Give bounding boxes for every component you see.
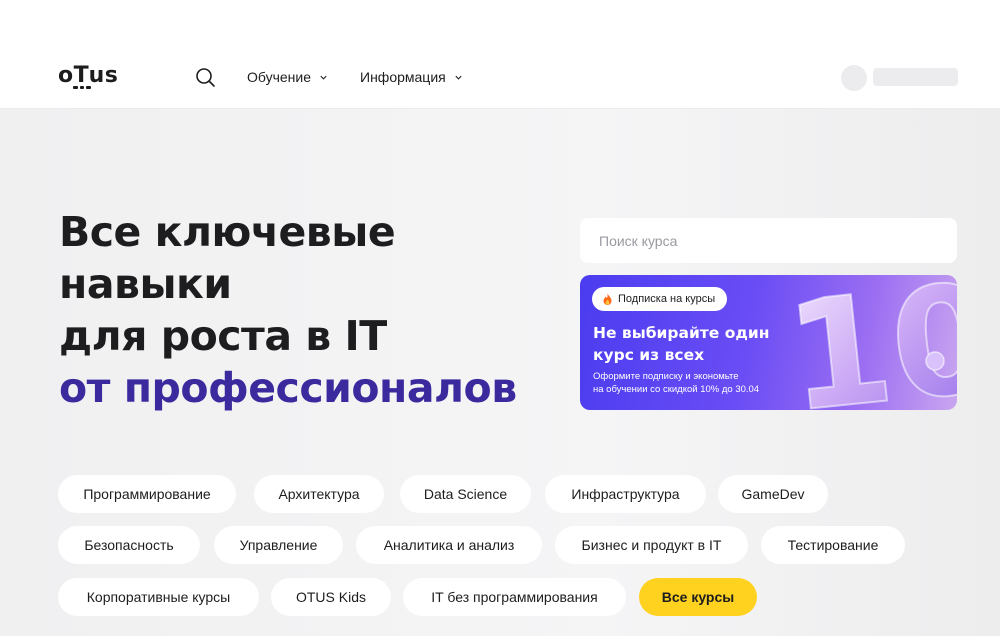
category-tag[interactable]: OTUS Kids <box>271 578 391 616</box>
banner-title: Не выбирайте один курс из всех <box>593 324 770 364</box>
search-icon[interactable] <box>194 66 216 88</box>
nav-information-label: Информация <box>360 69 446 85</box>
fire-icon <box>603 293 612 305</box>
logo-text: oTus <box>58 63 119 88</box>
course-search-input[interactable] <box>580 218 957 263</box>
logo-dots <box>73 86 92 89</box>
banner-subtitle-line-2: на обучении со скидкой 10% до 30.04 <box>593 384 760 395</box>
category-tag[interactable]: Data Science <box>400 475 531 513</box>
category-tag[interactable]: Архитектура <box>254 475 384 513</box>
banner-subtitle-line-1: Оформите подписку и экономьте <box>593 371 739 382</box>
hero-headline: Все ключевые навыки для роста в IT от пр… <box>59 206 579 414</box>
site-header: oTus Обучение Информация <box>0 0 1000 109</box>
headline-accent: от профессионалов <box>59 364 517 412</box>
category-tag[interactable]: Инфраструктура <box>545 475 706 513</box>
username-placeholder[interactable] <box>873 68 958 86</box>
headline-line-2: навыки <box>59 260 232 308</box>
subscription-banner[interactable]: 10 Подписка на курсы Не выбирайте один к… <box>580 275 957 410</box>
category-tag[interactable]: Программирование <box>58 475 236 513</box>
category-tag[interactable]: IT без программирования <box>403 578 626 616</box>
category-tag[interactable]: Тестирование <box>761 526 905 564</box>
category-tag[interactable]: Управление <box>214 526 343 564</box>
headline-line-3: для роста в IT <box>59 312 387 360</box>
category-tag[interactable]: Аналитика и анализ <box>356 526 542 564</box>
category-tag[interactable]: Бизнес и продукт в IT <box>555 526 748 564</box>
nav-information[interactable]: Информация <box>360 68 463 86</box>
avatar-placeholder[interactable] <box>841 65 867 91</box>
headline-line-1: Все ключевые <box>59 208 396 256</box>
category-tag[interactable]: Безопасность <box>58 526 200 564</box>
chevron-down-icon <box>455 75 462 80</box>
category-tag[interactable]: GameDev <box>718 475 828 513</box>
otus-logo[interactable]: oTus <box>58 63 119 89</box>
chevron-down-icon <box>320 75 327 80</box>
banner-big-number: 10 <box>779 275 957 410</box>
nav-learning-label: Обучение <box>247 69 312 85</box>
category-tag[interactable]: Корпоративные курсы <box>58 578 259 616</box>
banner-subtitle: Оформите подписку и экономьте на обучени… <box>593 370 759 396</box>
all-courses-button[interactable]: Все курсы <box>639 578 757 616</box>
banner-badge-label: Подписка на курсы <box>618 293 716 305</box>
banner-badge: Подписка на курсы <box>592 287 728 311</box>
nav-learning[interactable]: Обучение <box>247 68 328 86</box>
